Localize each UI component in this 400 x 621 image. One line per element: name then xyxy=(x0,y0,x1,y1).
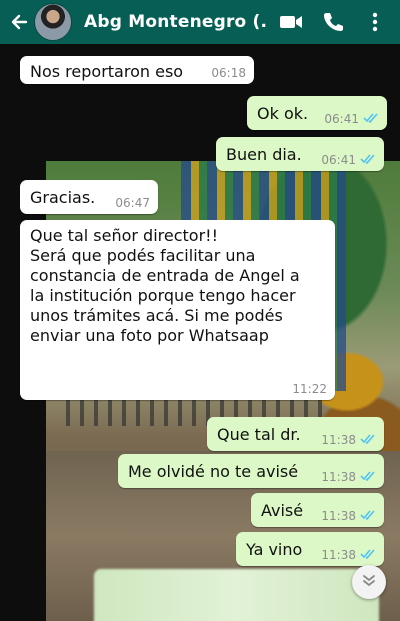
message-bubble-in[interactable]: Gracias. 06:47 xyxy=(20,180,158,214)
message-text: Que tal señor director!! Será que podés … xyxy=(30,226,300,345)
read-ticks-icon xyxy=(360,470,376,484)
message-bubble-out[interactable]: Buen dia. 06:41 xyxy=(216,137,384,171)
chat-area[interactable]: Nos reportaron eso 06:18 Ok ok. 06:41 Bu… xyxy=(0,44,400,621)
message-bubble-out[interactable]: Que tal dr. 11:38 xyxy=(207,417,384,451)
message-bubble-out[interactable]: Me olvidé no te avisé 11:38 xyxy=(118,454,384,488)
chat-header: Abg Montenegro (... xyxy=(0,0,400,44)
message-bubble-in[interactable]: Nos reportaron eso 06:18 xyxy=(20,56,254,84)
message-time: 06:41 xyxy=(324,112,359,126)
contact-name[interactable]: Abg Montenegro (... xyxy=(84,12,266,32)
message-bubble-out[interactable]: Ya vino 11:38 xyxy=(236,532,384,566)
blurred-message xyxy=(94,569,379,621)
message-time: 06:18 xyxy=(211,66,246,80)
message-time: 11:38 xyxy=(321,470,356,484)
avatar[interactable] xyxy=(34,3,72,41)
read-ticks-icon xyxy=(360,433,376,447)
message-bubble-out[interactable]: Avisé 11:38 xyxy=(251,493,384,527)
message-time: 11:38 xyxy=(321,433,356,447)
message-bubble-in[interactable]: Que tal señor director!! Será que podés … xyxy=(20,220,335,400)
message-time: 11:22 xyxy=(292,382,327,396)
chevron-down-icon xyxy=(361,572,377,592)
message-bubble-out[interactable]: Ok ok. 06:41 xyxy=(247,96,387,130)
scroll-to-bottom-button[interactable] xyxy=(352,565,386,599)
read-ticks-icon xyxy=(363,112,379,126)
message-time: 11:38 xyxy=(321,548,356,562)
read-ticks-icon xyxy=(360,548,376,562)
read-ticks-icon xyxy=(360,509,376,523)
message-time: 11:38 xyxy=(321,509,356,523)
phone-icon[interactable] xyxy=(316,5,350,39)
message-time: 06:47 xyxy=(115,196,150,210)
message-time: 06:41 xyxy=(321,153,356,167)
more-options-icon[interactable] xyxy=(358,5,392,39)
video-call-icon[interactable] xyxy=(274,5,308,39)
back-arrow-icon[interactable] xyxy=(8,11,30,33)
read-ticks-icon xyxy=(360,153,376,167)
